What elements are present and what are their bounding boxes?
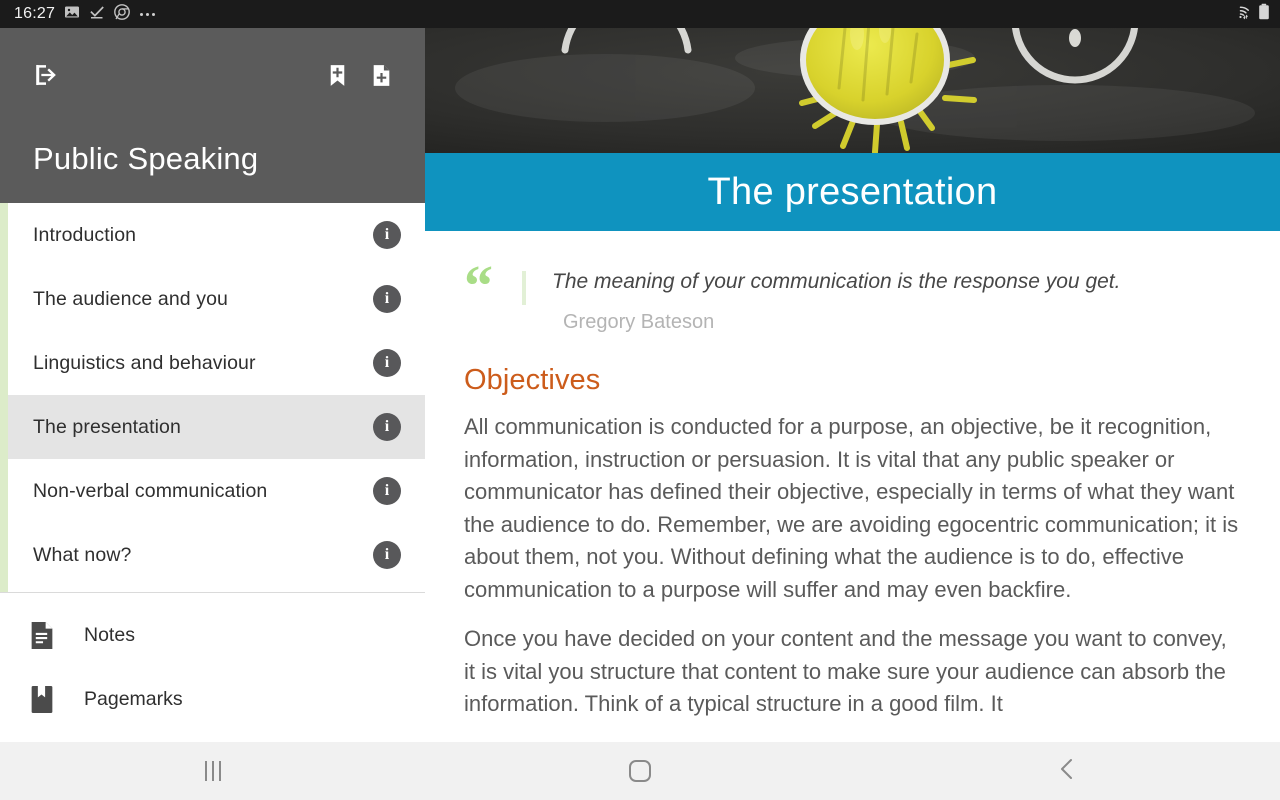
active-chapter-rail xyxy=(0,203,8,592)
chapter-content: The presentation “ The meaning of your c… xyxy=(425,28,1280,742)
sidebar-item-non-verbal-communication[interactable]: Non-verbal communication i xyxy=(0,459,425,523)
drawer-header: Public Speaking xyxy=(0,28,425,203)
footer-label: Pagemarks xyxy=(84,687,183,710)
home-icon xyxy=(629,760,651,782)
chapter-hero-image xyxy=(425,28,1280,153)
toc-label: Introduction xyxy=(33,223,137,246)
navigation-drawer: Public Speaking Introduction i The audie… xyxy=(0,28,425,742)
more-notifications-icon xyxy=(140,12,156,16)
recents-button[interactable] xyxy=(0,742,427,800)
add-note-icon[interactable] xyxy=(359,53,403,97)
table-of-contents: Introduction i The audience and you i Li… xyxy=(0,203,425,592)
add-bookmark-icon[interactable] xyxy=(315,53,359,97)
sidebar-item-linguistics-and-behaviour[interactable]: Linguistics and behaviour i xyxy=(0,331,425,395)
sidebar-item-what-now[interactable]: What now? i xyxy=(0,523,425,587)
exit-to-app-icon[interactable] xyxy=(24,53,68,97)
wifi-icon xyxy=(1231,4,1250,25)
page-title: The presentation xyxy=(707,170,998,213)
info-icon[interactable]: i xyxy=(373,541,401,569)
toc-label: Linguistics and behaviour xyxy=(33,351,256,374)
quote-divider xyxy=(522,271,526,305)
toc-label: The presentation xyxy=(33,415,181,438)
sidebar-item-pagemarks[interactable]: Pagemarks xyxy=(0,667,425,731)
notes-document-icon xyxy=(26,619,58,651)
drawer-toolbar xyxy=(22,28,403,100)
chapter-title-banner: The presentation xyxy=(425,153,1280,231)
home-button[interactable] xyxy=(427,742,854,800)
drawer-footer: Notes Pagemarks xyxy=(0,593,425,731)
body-paragraph: Once you have decided on your content an… xyxy=(464,626,1227,716)
status-clock: 16:27 xyxy=(14,5,56,22)
info-icon[interactable]: i xyxy=(373,285,401,313)
quote-author: Gregory Bateson xyxy=(563,311,715,333)
toc-label: What now? xyxy=(33,543,132,566)
footer-label: Notes xyxy=(84,623,135,646)
info-icon[interactable]: i xyxy=(373,477,401,505)
toc-label: Non-verbal communication xyxy=(33,479,268,502)
body-paragraph: All communication is conducted for a pur… xyxy=(464,414,1239,602)
quote-text: The meaning of your communication is the… xyxy=(552,270,1121,293)
info-icon[interactable]: i xyxy=(373,413,401,441)
drawer-title: Public Speaking xyxy=(33,141,259,176)
info-icon[interactable]: i xyxy=(373,349,401,377)
back-button[interactable] xyxy=(853,742,1280,800)
blockquote: “ The meaning of your communication is t… xyxy=(464,253,1240,318)
chrome-icon xyxy=(114,3,130,25)
app-screen: 16:27 Public Speaking Introduction i The… xyxy=(0,0,1280,800)
system-navigation-bar xyxy=(0,742,1280,800)
info-icon[interactable]: i xyxy=(373,221,401,249)
recents-icon xyxy=(205,761,222,781)
status-bar-left: 16:27 xyxy=(14,3,1231,25)
back-icon xyxy=(1057,757,1077,786)
sidebar-item-the-audience-and-you[interactable]: The audience and you i xyxy=(0,267,425,331)
image-icon xyxy=(64,4,80,25)
pagemark-bookmark-icon xyxy=(26,683,58,715)
toc-label: The audience and you xyxy=(33,287,228,310)
chalkboard-sun-drawing xyxy=(425,28,1280,153)
sidebar-item-introduction[interactable]: Introduction i xyxy=(0,203,425,267)
download-complete-icon xyxy=(89,4,105,25)
status-bar: 16:27 xyxy=(0,0,1280,28)
quote-mark-icon: “ xyxy=(464,253,493,318)
section-title: Objectives xyxy=(464,364,601,396)
sidebar-item-the-presentation[interactable]: The presentation i xyxy=(0,395,425,459)
battery-icon xyxy=(1258,3,1270,25)
sidebar-item-notes[interactable]: Notes xyxy=(0,603,425,667)
article-body: “ The meaning of your communication is t… xyxy=(425,231,1280,721)
status-bar-right xyxy=(1231,3,1270,25)
